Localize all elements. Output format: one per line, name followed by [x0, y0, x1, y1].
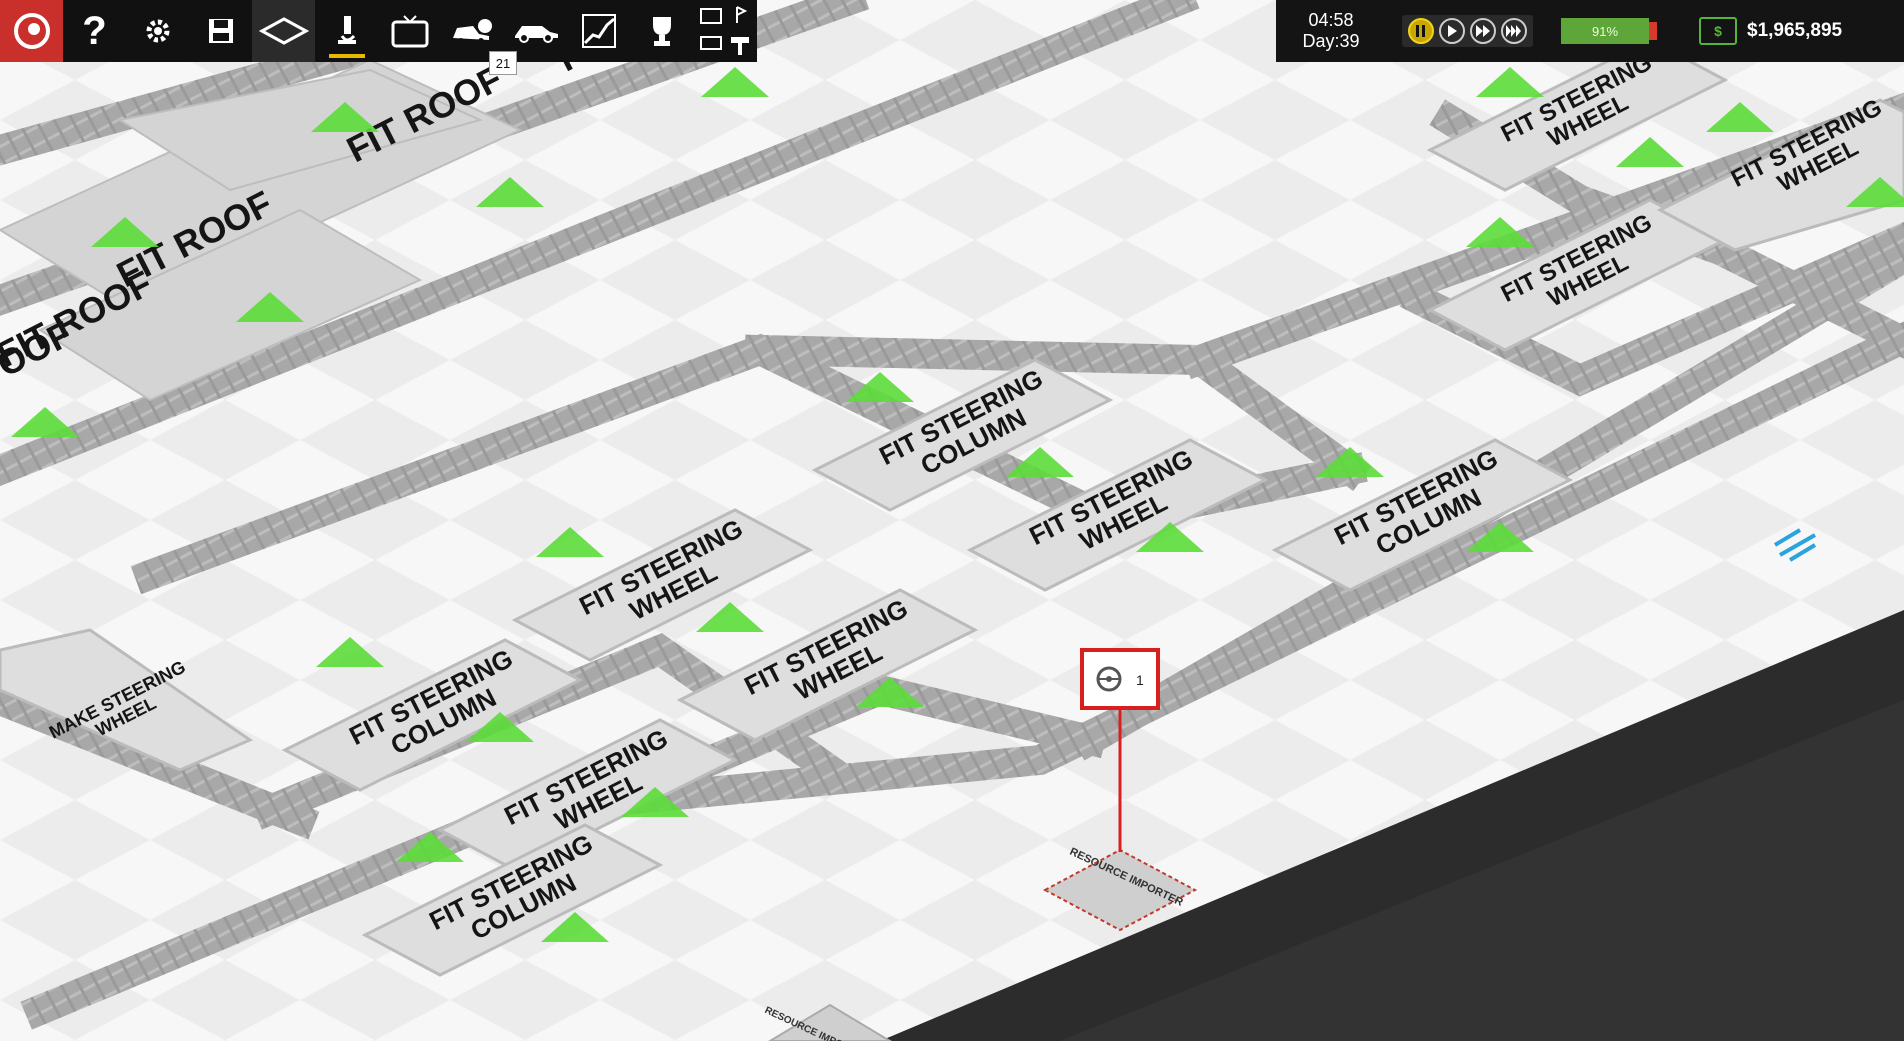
fast-forward-icon[interactable]	[1470, 18, 1496, 44]
callout-count: 1	[1136, 672, 1144, 688]
settings-icon[interactable]	[126, 0, 189, 62]
research-icon[interactable]	[315, 0, 378, 62]
factory-floor[interactable]: FIT STEERINGCOLUMNFIT STEERINGWHEEL FIT S…	[0, 0, 1904, 1041]
game-clock: 04:58 Day:39	[1276, 10, 1386, 52]
help-icon[interactable]: ?	[63, 0, 126, 62]
main-toolbar: ?	[0, 0, 757, 62]
battery-cap-icon	[1649, 22, 1657, 40]
achievements-icon[interactable]	[630, 0, 693, 62]
stats-icon[interactable]	[567, 0, 630, 62]
help-label: ?	[82, 8, 107, 53]
speed-controls	[1402, 15, 1533, 47]
day-label: Day:39	[1302, 31, 1360, 51]
save-icon[interactable]	[189, 0, 252, 62]
power-value: 91%	[1591, 23, 1619, 39]
money-display: $ $1,965,895	[1699, 17, 1842, 45]
money-icon: $	[1699, 17, 1737, 45]
status-hud: 04:58 Day:39 91% $ $1,965,895	[1276, 0, 1904, 62]
fastest-forward-icon[interactable]	[1501, 18, 1527, 44]
display-icon[interactable]	[693, 0, 756, 62]
play-icon[interactable]	[1439, 18, 1465, 44]
pause-icon[interactable]	[1408, 18, 1434, 44]
money-value: $1,965,895	[1747, 20, 1843, 41]
toolbar-badge: 21	[489, 51, 517, 75]
marketing-icon[interactable]	[378, 0, 441, 62]
build-mode-icon[interactable]	[252, 0, 315, 62]
time-label: 04:58	[1308, 10, 1354, 30]
logo-icon[interactable]	[0, 0, 63, 62]
power-meter: 91%	[1561, 18, 1657, 44]
